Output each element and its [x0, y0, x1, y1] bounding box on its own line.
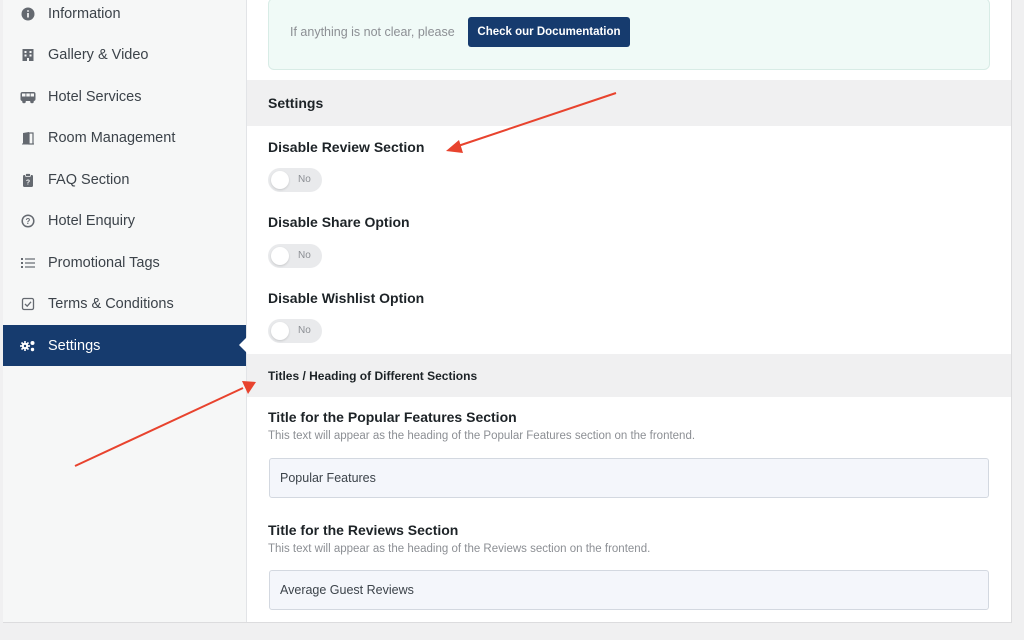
- sidebar-item-hotel-services[interactable]: Hotel Services: [3, 76, 246, 117]
- gears-icon: [20, 338, 36, 354]
- toggle-state: No: [298, 174, 311, 185]
- question-circle-icon: ?: [20, 213, 36, 229]
- disable-review-toggle[interactable]: No: [268, 168, 322, 192]
- main-content: If anything is not clear, please Check o…: [247, 0, 1011, 622]
- building-icon: [20, 47, 36, 63]
- toggle-state: No: [298, 250, 311, 261]
- disable-share-toggle[interactable]: No: [268, 244, 322, 268]
- popular-features-title-input[interactable]: [269, 458, 989, 498]
- sidebar-item-hotel-enquiry[interactable]: ? Hotel Enquiry: [3, 200, 246, 241]
- sidebar: Information Gallery & Video Hotel Servic…: [3, 0, 247, 622]
- sidebar-item-label: Terms & Conditions: [48, 295, 174, 312]
- titles-section-header: Titles / Heading of Different Sections: [247, 354, 1011, 397]
- sidebar-item-gallery-video[interactable]: Gallery & Video: [3, 34, 246, 75]
- sidebar-item-label: Settings: [48, 337, 101, 354]
- info-icon: [20, 6, 36, 22]
- sidebar-item-label: Gallery & Video: [48, 46, 149, 63]
- section-title: Titles / Heading of Different Sections: [268, 368, 478, 383]
- sidebar-item-terms-conditions[interactable]: Terms & Conditions: [3, 283, 246, 324]
- checkbox-icon: [20, 296, 36, 312]
- reviews-description: This text will appear as the heading of …: [268, 543, 651, 555]
- sidebar-item-label: FAQ Section: [48, 171, 130, 188]
- notice-text: If anything is not clear, please: [290, 25, 455, 39]
- sidebar-item-information[interactable]: Information: [3, 0, 246, 34]
- disable-wishlist-toggle[interactable]: No: [268, 319, 322, 343]
- svg-text:?: ?: [26, 217, 31, 226]
- sidebar-item-label: Promotional Tags: [48, 254, 160, 271]
- sidebar-item-promotional-tags[interactable]: Promotional Tags: [3, 242, 246, 283]
- sidebar-item-label: Room Management: [48, 129, 176, 146]
- popular-features-title-label: Title for the Popular Features Section: [268, 409, 517, 425]
- door-icon: [20, 130, 36, 146]
- toggle-knob: [271, 322, 289, 340]
- section-title: Settings: [268, 95, 324, 111]
- active-caret: [239, 337, 247, 353]
- disable-wishlist-label: Disable Wishlist Option: [268, 290, 425, 306]
- svg-text:?: ?: [26, 179, 30, 186]
- settings-section-header: Settings: [247, 80, 1011, 126]
- toggle-knob: [271, 247, 289, 265]
- disable-share-label: Disable Share Option: [268, 214, 410, 230]
- check-documentation-button[interactable]: Check our Documentation: [468, 17, 630, 47]
- disable-review-label: Disable Review Section: [268, 139, 425, 155]
- toggle-state: No: [298, 325, 311, 336]
- reviews-title-label: Title for the Reviews Section: [268, 522, 459, 538]
- sidebar-item-label: Hotel Services: [48, 88, 142, 105]
- reviews-title-input[interactable]: [269, 570, 989, 610]
- clipboard-icon: ?: [20, 172, 36, 188]
- toggle-knob: [271, 171, 289, 189]
- sidebar-item-label: Hotel Enquiry: [48, 212, 136, 229]
- sidebar-item-label: Information: [48, 5, 121, 22]
- list-icon: [20, 255, 36, 271]
- sidebar-item-room-management[interactable]: Room Management: [3, 117, 246, 158]
- popular-features-description: This text will appear as the heading of …: [268, 430, 696, 442]
- sidebar-item-settings[interactable]: Settings: [3, 325, 247, 366]
- bus-icon: [20, 89, 36, 105]
- sidebar-item-faq-section[interactable]: ? FAQ Section: [3, 159, 246, 200]
- documentation-notice: If anything is not clear, please Check o…: [268, 0, 990, 70]
